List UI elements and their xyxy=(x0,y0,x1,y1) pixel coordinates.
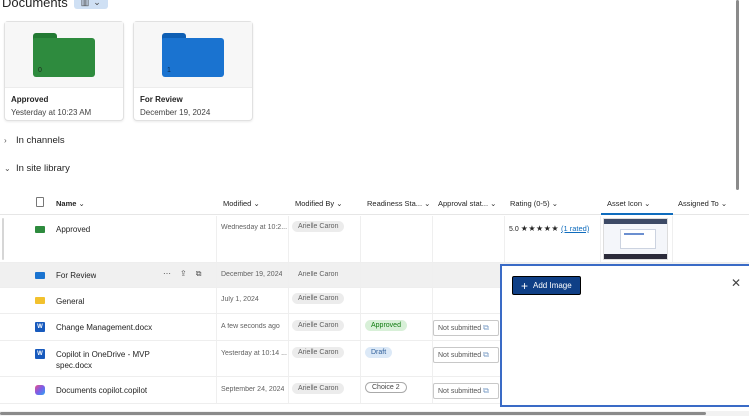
chevron-down-icon: ⌄ xyxy=(93,0,101,7)
open-external-icon[interactable]: ⧉ xyxy=(483,386,489,395)
modified-date: Wednesday at 10:2... xyxy=(221,224,288,231)
item-name[interactable]: Approved xyxy=(56,225,90,234)
share-icon[interactable]: ⇪ xyxy=(180,269,187,279)
folder-icon xyxy=(35,272,45,279)
section-label: In channels xyxy=(16,135,65,146)
readiness-badge: Choice 2 xyxy=(365,382,407,393)
readiness-badge: Draft xyxy=(365,347,393,358)
tile-name: Approved xyxy=(11,95,49,104)
item-name-line2[interactable]: spec.docx xyxy=(56,361,92,370)
list-header: Name ⌄ Modified ⌄ Modified By ⌄ Readines… xyxy=(0,193,749,215)
folder-item-count: 1 xyxy=(167,67,171,74)
file-type-icon[interactable] xyxy=(36,197,44,207)
section-in-channels[interactable]: › In channels xyxy=(4,135,65,146)
column-header-approval[interactable]: Approval stat... ⌄ xyxy=(438,199,496,208)
vertical-scrollbar[interactable] xyxy=(736,0,739,190)
tile-date: Yesterday at 10:23 AM xyxy=(11,108,92,117)
open-external-icon[interactable]: ⧉ xyxy=(483,350,489,359)
column-header-readiness[interactable]: Readiness Sta... ⌄ xyxy=(367,199,430,208)
word-icon: W xyxy=(35,322,45,332)
add-image-button[interactable]: + Add Image xyxy=(512,276,581,295)
copy-link-icon[interactable]: ⧉ xyxy=(196,269,202,279)
modified-by[interactable]: Arielle Caron xyxy=(298,271,338,278)
item-name[interactable]: For Review xyxy=(56,271,96,280)
rating-count-link[interactable]: (1 rated) xyxy=(561,224,589,233)
item-name[interactable]: Copilot in OneDrive - MVP xyxy=(56,350,150,359)
view-switcher-button[interactable]: ▥ ⌄ xyxy=(73,0,108,9)
asset-thumbnail[interactable] xyxy=(603,218,668,260)
folder-icon: 1 xyxy=(162,33,224,77)
column-header-name[interactable]: Name ⌄ xyxy=(56,199,85,208)
person-chip[interactable]: Arielle Caron xyxy=(292,293,345,304)
copilot-icon xyxy=(35,385,45,395)
approval-status[interactable]: Not submitted ⧉ xyxy=(433,320,499,336)
person-chip[interactable]: Arielle Caron xyxy=(292,221,345,232)
folder-item-count: 0 xyxy=(38,67,42,74)
page-title: Documents xyxy=(2,0,68,10)
page-header: Documents ▥ ⌄ xyxy=(2,0,108,10)
word-icon: W xyxy=(35,349,45,359)
folder-icon xyxy=(35,226,45,233)
column-header-rating[interactable]: Rating (0-5) ⌄ xyxy=(510,199,558,208)
person-chip[interactable]: Arielle Caron xyxy=(292,383,345,394)
modified-date: Yesterday at 10:14 ... xyxy=(221,350,287,357)
readiness-badge: Approved xyxy=(365,320,407,331)
modified-date: December 19, 2024 xyxy=(221,271,283,278)
folder-icon: 0 xyxy=(33,33,95,77)
chevron-down-icon: ⌄ xyxy=(4,164,11,173)
add-image-panel: + Add Image ✕ xyxy=(500,264,749,407)
modified-date: A few seconds ago xyxy=(221,323,280,330)
row-actions: ⋯ ⇪ ⧉ xyxy=(163,269,201,279)
star-rating[interactable]: ★★★★★ xyxy=(521,224,559,233)
more-icon[interactable]: ⋯ xyxy=(163,269,171,279)
rating-cell[interactable]: 5.0 ★★★★★ (1 rated) xyxy=(509,224,589,233)
column-header-modified-by[interactable]: Modified By ⌄ xyxy=(295,199,343,208)
tile-name: For Review xyxy=(140,95,183,104)
horizontal-scrollbar[interactable] xyxy=(0,411,749,416)
list-row[interactable]: Approved Wednesday at 10:2... Arielle Ca… xyxy=(0,216,749,263)
tile-preview: 1 xyxy=(134,22,252,88)
section-in-site-library[interactable]: ⌄ In site library xyxy=(4,163,70,174)
item-name[interactable]: Change Management.docx xyxy=(56,323,152,332)
person-chip[interactable]: Arielle Caron xyxy=(292,320,345,331)
modified-date: July 1, 2024 xyxy=(221,296,259,303)
tile-date: December 19, 2024 xyxy=(140,108,211,117)
close-icon[interactable]: ✕ xyxy=(731,276,741,290)
modified-date: September 24, 2024 xyxy=(221,386,285,393)
column-header-modified[interactable]: Modified ⌄ xyxy=(223,199,260,208)
chevron-right-icon: › xyxy=(4,136,7,145)
approval-status[interactable]: Not submitted ⧉ xyxy=(433,347,499,363)
plus-icon: + xyxy=(521,278,529,293)
column-header-assigned-to[interactable]: Assigned To ⌄ xyxy=(678,199,727,208)
grid-icon: ▥ xyxy=(80,0,90,7)
item-name[interactable]: General xyxy=(56,297,84,306)
section-label: In site library xyxy=(16,163,70,174)
approval-status[interactable]: Not submitted ⧉ xyxy=(433,383,499,399)
folder-tile-approved[interactable]: 0 Approved Yesterday at 10:23 AM xyxy=(4,21,124,121)
folder-tile-for-review[interactable]: 1 For Review December 19, 2024 xyxy=(133,21,253,121)
item-name[interactable]: Documents copilot.copilot xyxy=(56,386,147,395)
tile-preview: 0 xyxy=(5,22,123,88)
folder-icon xyxy=(35,297,45,304)
open-external-icon[interactable]: ⧉ xyxy=(483,323,489,332)
person-chip[interactable]: Arielle Caron xyxy=(292,347,345,358)
column-header-asset-icon[interactable]: Asset Icon ⌄ xyxy=(601,199,673,215)
